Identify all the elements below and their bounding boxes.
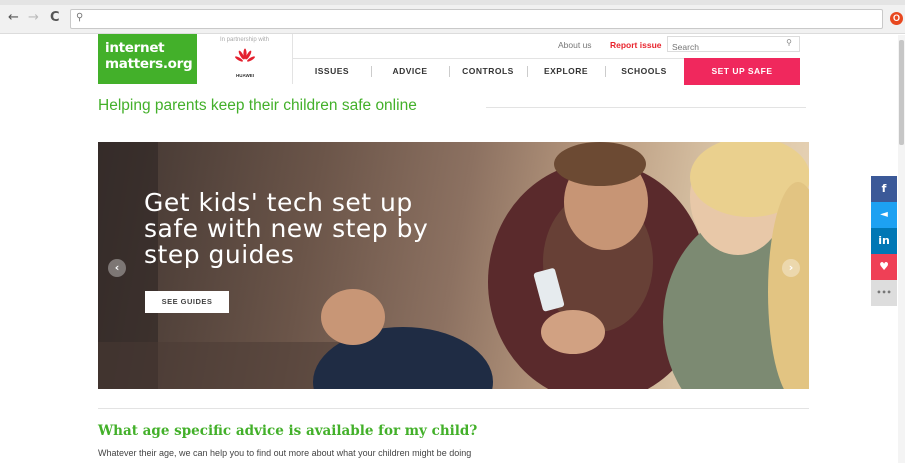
tagline-rule	[486, 107, 806, 108]
age-advice-heading: What age specific advice is available fo…	[98, 423, 478, 439]
address-bar[interactable]: ⚲	[70, 9, 883, 29]
section-divider	[98, 408, 809, 409]
carousel-next-icon[interactable]: ›	[782, 259, 800, 277]
logo-line-2: matters.org	[105, 56, 193, 72]
huawei-logo-icon	[235, 48, 255, 62]
hero-caption-line: step guides	[144, 240, 295, 269]
pocket-icon[interactable]: ♥	[871, 254, 897, 280]
report-issue-link[interactable]: Report issue	[610, 40, 662, 50]
see-guides-button[interactable]: SEE GUIDES	[145, 291, 229, 313]
hero-caption-line: Get kids' tech set up	[144, 188, 413, 217]
about-us-link[interactable]: About us	[558, 40, 592, 50]
social-share-bar: f ◄ in ♥ •••	[871, 176, 897, 306]
nav-advice[interactable]: ADVICE	[371, 59, 449, 84]
hero-caption: Get kids' tech set up safe with new step…	[144, 190, 474, 268]
logo-line-1: internet	[105, 40, 165, 56]
nav-issues[interactable]: ISSUES	[293, 59, 371, 84]
main-nav: ISSUES ADVICE CONTROLS EXPLORE SCHOOLS S…	[293, 58, 800, 85]
site-search: ⚲	[667, 36, 800, 54]
forward-icon[interactable]: →	[28, 11, 39, 25]
partner-block: In partnership with HUAWEI	[197, 34, 293, 84]
search-input[interactable]	[668, 40, 778, 54]
partner-name: HUAWEI	[236, 73, 254, 78]
age-advice-text: Whatever their age, we can help you to f…	[98, 448, 472, 458]
back-icon[interactable]: ←	[8, 11, 19, 25]
search-icon: ⚲	[76, 12, 84, 23]
extension-icon[interactable]: O	[890, 12, 903, 25]
reload-icon[interactable]: C	[50, 11, 60, 25]
nav-explore[interactable]: EXPLORE	[527, 59, 605, 84]
partner-text: In partnership with	[219, 37, 270, 43]
nav-schools[interactable]: SCHOOLS	[605, 59, 683, 84]
carousel-prev-icon[interactable]: ‹	[108, 259, 126, 277]
facebook-icon[interactable]: f	[871, 176, 897, 202]
scrollbar-thumb[interactable]	[899, 40, 904, 145]
twitter-icon[interactable]: ◄	[871, 202, 897, 228]
hero-carousel[interactable]: Get kids' tech set up safe with new step…	[98, 142, 809, 389]
hero-caption-line: safe with new step by	[144, 214, 429, 243]
nav-set-up-safe-button[interactable]: SET UP SAFE	[684, 58, 800, 85]
nav-controls[interactable]: CONTROLS	[449, 59, 527, 84]
linkedin-icon[interactable]: in	[871, 228, 897, 254]
tab-strip	[0, 0, 905, 5]
search-icon[interactable]: ⚲	[786, 38, 792, 47]
page-tagline: Helping parents keep their children safe…	[98, 97, 417, 114]
more-share-icon[interactable]: •••	[871, 280, 897, 306]
site-logo[interactable]: internet matters.org	[98, 34, 197, 84]
browser-toolbar: ← → C ⚲ O	[0, 0, 905, 34]
